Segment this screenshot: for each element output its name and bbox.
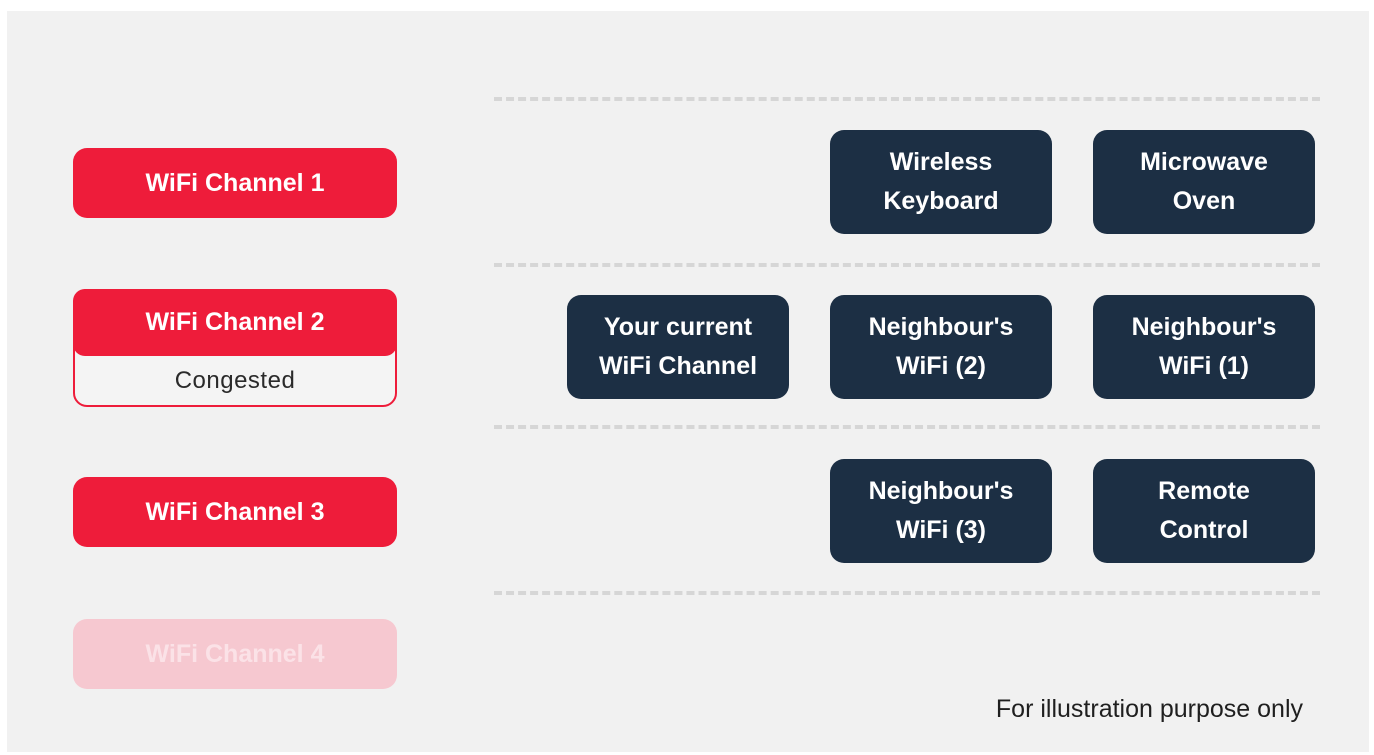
channel-1: WiFi Channel 1 [73, 148, 397, 218]
device-line: Your current [603, 313, 753, 341]
device-line: WiFi (1) [1158, 352, 1250, 380]
device-neighbours-wifi-3: Neighbour's WiFi (3) [830, 459, 1052, 563]
device-line: Neighbour's [868, 477, 1014, 505]
channel-3: WiFi Channel 3 [73, 477, 397, 547]
channel-4: WiFi Channel 4 [73, 619, 397, 689]
device-line: WiFi (3) [895, 516, 987, 544]
channel-1-label: WiFi Channel 1 [73, 148, 397, 218]
device-line: Neighbour's [1131, 313, 1277, 341]
device-line: Control [1159, 516, 1249, 544]
channel-divider [494, 263, 1320, 267]
channel-2-label: WiFi Channel 2 [73, 289, 397, 356]
device-line: Wireless [889, 148, 993, 176]
channel-divider [494, 591, 1320, 595]
channel-divider [494, 425, 1320, 429]
device-neighbours-wifi-2: Neighbour's WiFi (2) [830, 295, 1052, 399]
device-line: WiFi (2) [895, 352, 987, 380]
channel-3-label: WiFi Channel 3 [73, 477, 397, 547]
illustration-footnote: For illustration purpose only [995, 695, 1303, 723]
device-line: Microwave [1140, 148, 1268, 176]
device-line: WiFi Channel [598, 352, 758, 380]
channel-2-status: Congested [174, 367, 296, 394]
device-remote-control: Remote Control [1093, 459, 1315, 563]
device-line: Neighbour's [868, 313, 1014, 341]
diagram-canvas: WiFi Channel 1 WiFi Channel 2 Congested … [7, 11, 1369, 752]
channel-2: WiFi Channel 2 Congested [73, 289, 397, 407]
device-line: Oven [1172, 187, 1236, 215]
device-line: Remote [1158, 477, 1250, 505]
device-neighbours-wifi-1: Neighbour's WiFi (1) [1093, 295, 1315, 399]
device-your-current-channel: Your current WiFi Channel [567, 295, 789, 399]
device-wireless-keyboard: Wireless Keyboard [830, 130, 1052, 234]
channel-divider [494, 97, 1320, 101]
device-microwave-oven: Microwave Oven [1093, 130, 1315, 234]
channel-4-label: WiFi Channel 4 [73, 619, 397, 689]
device-line: Keyboard [883, 187, 999, 215]
